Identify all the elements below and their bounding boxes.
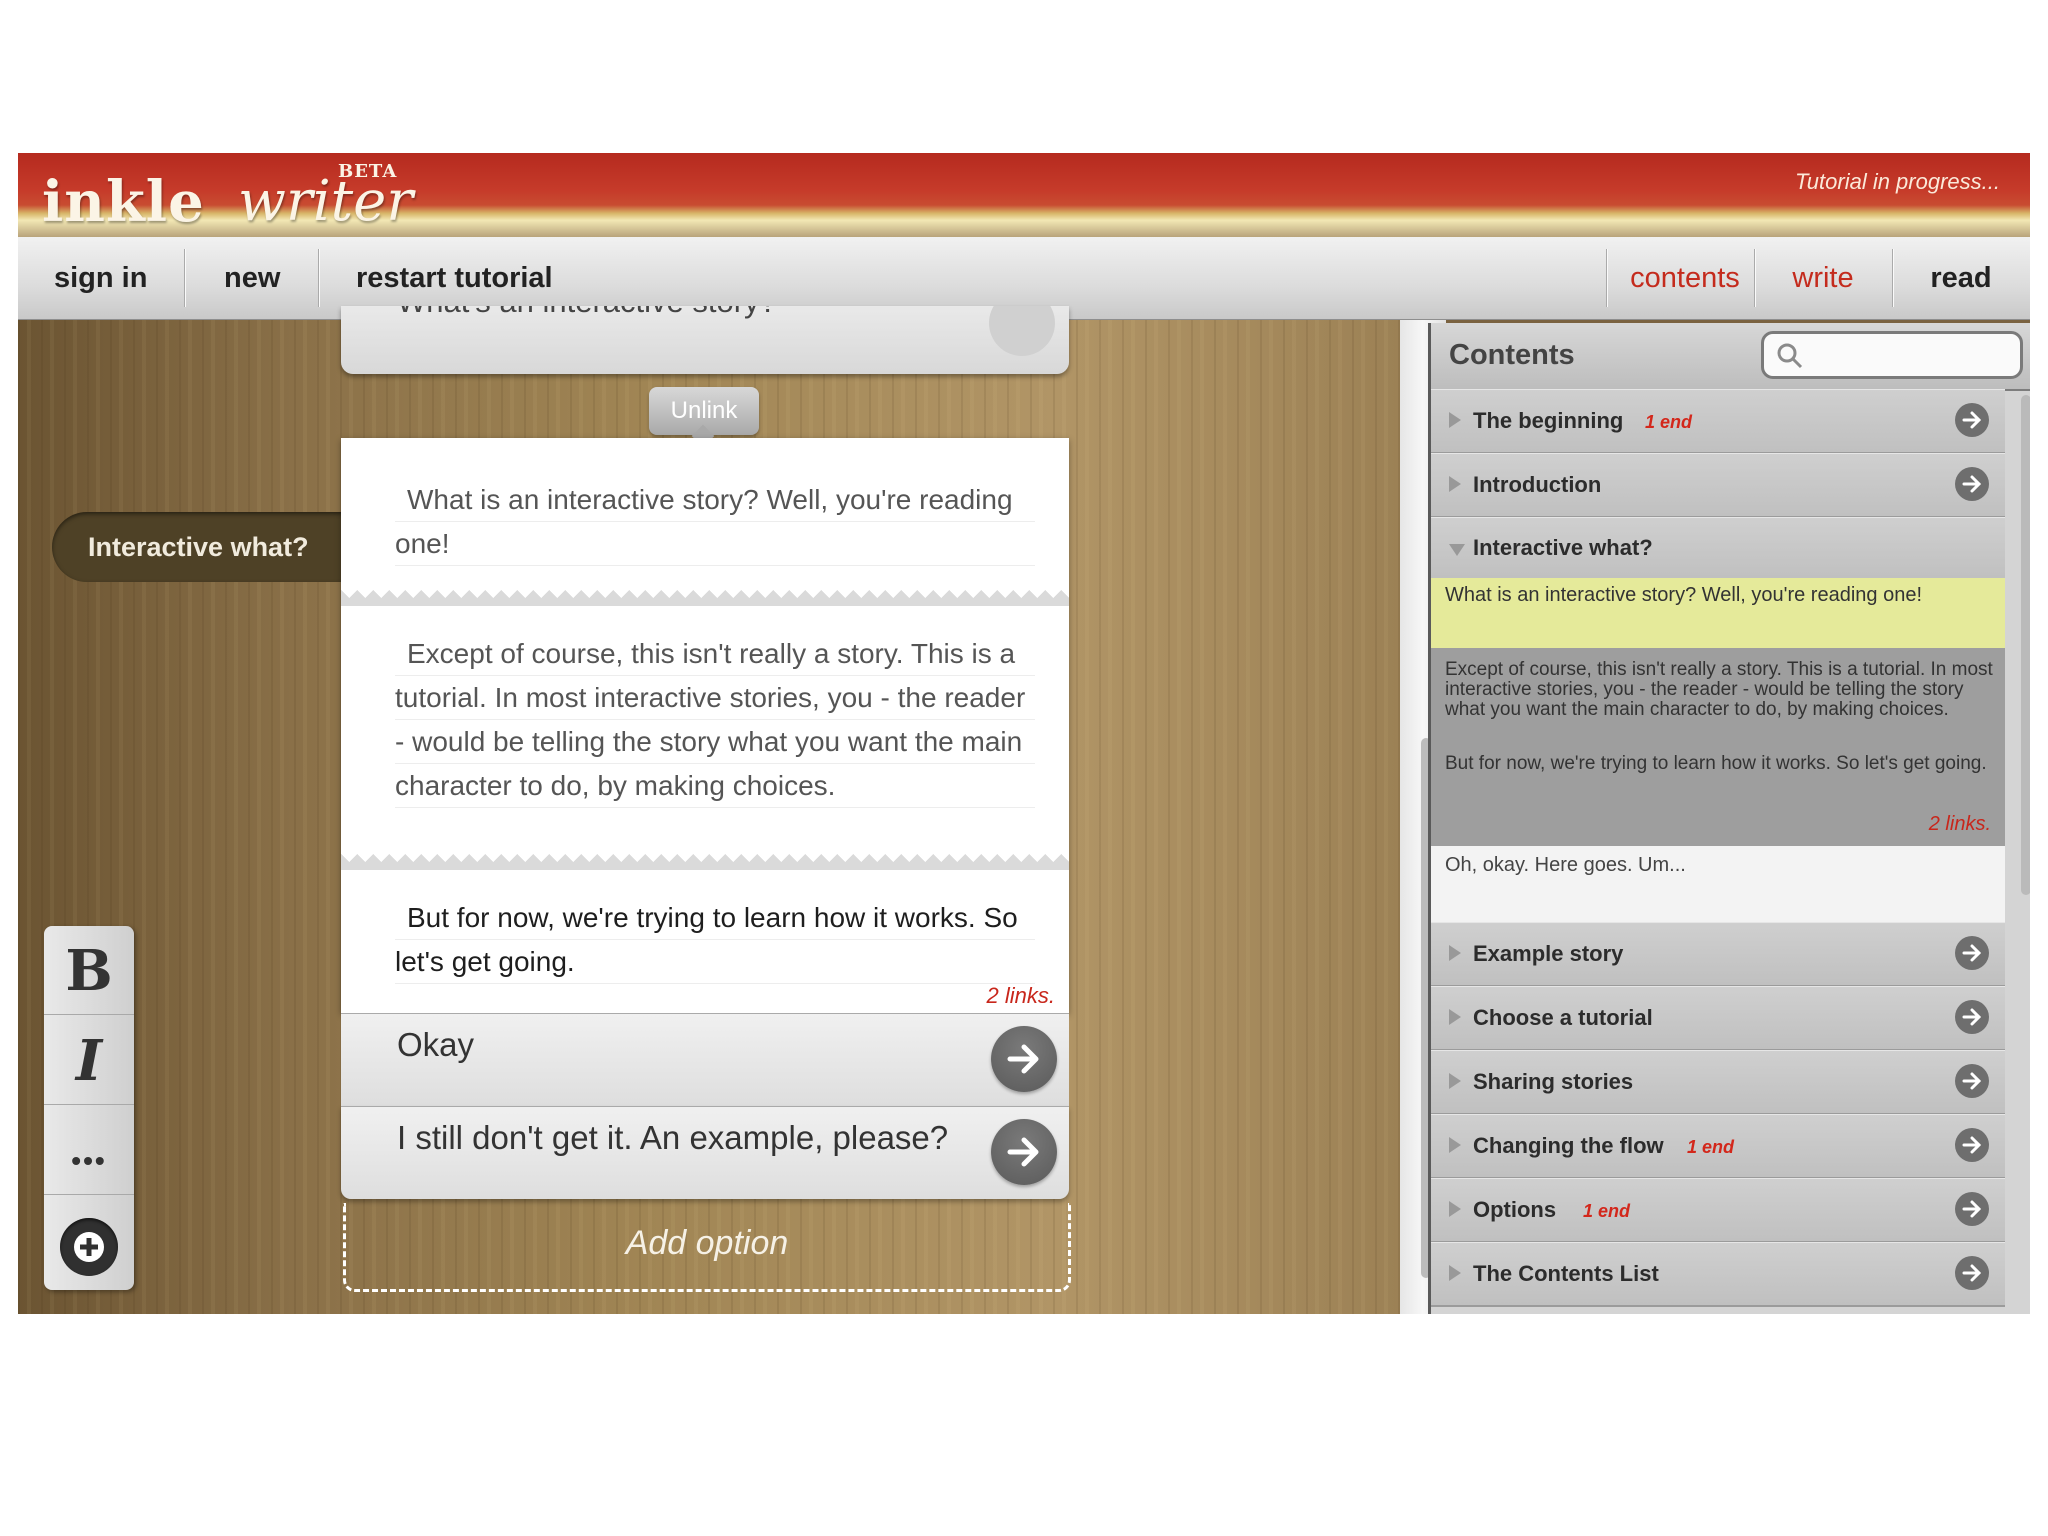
go-arrow-icon[interactable] [1955,403,1989,437]
go-arrow-icon[interactable] [1955,936,1989,970]
paragraph-separator [341,854,1069,870]
format-toolbar: B I ••• [44,926,134,1290]
toolbar-divider [184,249,185,307]
section-example-story[interactable]: Example story [1431,922,2005,987]
expand-triangle-icon[interactable] [1449,1137,1461,1153]
story-paragraph-1[interactable]: What is an interactive story? Well, you'… [395,478,1035,566]
add-option-button[interactable]: Add option [343,1203,1071,1292]
arrow-right-icon[interactable] [991,1026,1057,1092]
contents-search[interactable] [1761,331,2023,379]
end-count: 1 end [1687,1137,1735,1157]
next-paragraph-text: Oh, okay. Here goes. Um... [1445,854,1686,876]
toolbar-divider [318,249,319,307]
end-count: 1 end [1645,412,1693,432]
section-tag[interactable]: Interactive what? [52,512,354,582]
section-changing-the-flow[interactable]: Changing the flow 1 end [1431,1114,2005,1179]
section-name: The Contents List [1473,1261,1659,1286]
beta-badge: BETA [338,161,398,182]
section-name: Sharing stories [1473,1069,1634,1094]
sign-in-button[interactable]: sign in [54,237,147,319]
section-name: Example story [1473,941,1624,966]
go-arrow-icon[interactable] [1955,1192,1989,1226]
section-name: The beginning [1473,408,1624,433]
highlighted-text: What is an interactive story? Well, you'… [1445,584,1923,606]
paragraph-separator [341,590,1069,606]
search-input[interactable] [1810,338,2014,372]
option-okay[interactable]: Okay [341,1013,1069,1106]
previous-card-arrow-icon [989,306,1055,356]
go-arrow-icon[interactable] [1955,467,1989,501]
unlink-button[interactable]: Unlink [649,387,759,435]
option-text[interactable]: Okay [397,1026,474,1064]
expand-triangle-icon[interactable] [1449,1201,1461,1217]
search-icon [1777,343,1803,369]
italic-button[interactable]: I [44,1016,134,1105]
read-tab[interactable]: read [1892,237,2030,319]
section-name: Interactive what? [1473,535,1653,560]
section-name: Options [1473,1197,1557,1222]
logo-inkle: inkle [42,169,205,235]
collapsed-paragraphs[interactable]: Except of course, this isn't really a st… [1431,648,2005,846]
section-the-contents-list[interactable]: The Contents List [1431,1242,2005,1307]
option-text[interactable]: I still don't get it. An example, please… [397,1119,948,1157]
bold-button[interactable]: B [44,926,134,1015]
contents-header: Contents [1431,323,2030,391]
section-name: Changing the flow [1473,1133,1664,1158]
preview-paragraph-1: Except of course, this isn't really a st… [1445,659,1993,720]
expand-triangle-icon[interactable] [1449,1073,1461,1089]
collapse-triangle-icon[interactable] [1449,544,1465,556]
status-text: Tutorial in progress... [1794,169,2000,194]
story-paragraph-2[interactable]: Except of course, this isn't really a st… [395,632,1035,808]
header-bar: inkle writer BETA Tutorial in progress..… [18,153,2030,237]
section-options[interactable]: Options 1 end [1431,1178,2005,1243]
expand-triangle-icon[interactable] [1449,1009,1461,1025]
write-tab[interactable]: write [1754,237,1892,319]
section-choose-a-tutorial[interactable]: Choose a tutorial [1431,986,2005,1051]
next-paragraph[interactable]: Oh, okay. Here goes. Um... [1431,846,2005,922]
expand-triangle-icon[interactable] [1449,1265,1461,1281]
end-count: 1 end [1583,1201,1631,1221]
go-arrow-icon[interactable] [1955,1256,1989,1290]
links-count: 2 links. [986,983,1055,1008]
expand-triangle-icon[interactable] [1449,476,1461,492]
contents-panel: Contents The beginning 1 end Introductio… [1428,323,2030,1314]
section-introduction[interactable]: Introduction [1431,453,2005,518]
links-count: 2 links. [1928,813,1991,835]
contents-tab[interactable]: contents [1606,237,1764,319]
previous-card-text: What's an interactive story? [397,306,777,320]
inklewriter-app: inkle writer BETA Tutorial in progress..… [18,153,2030,1314]
story-card[interactable]: What is an interactive story? Well, you'… [341,438,1069,1013]
go-arrow-icon[interactable] [1955,1064,1989,1098]
section-sharing-stories[interactable]: Sharing stories [1431,1050,2005,1115]
preview-paragraph-2: But for now, we're trying to learn how i… [1445,753,1987,774]
expand-triangle-icon[interactable] [1449,945,1461,961]
section-name: Choose a tutorial [1473,1005,1653,1030]
contents-scrollbar[interactable] [2021,395,2030,895]
section-interactive-what[interactable]: Interactive what? [1431,517,2005,580]
option-example[interactable]: I still don't get it. An example, please… [341,1106,1069,1199]
new-button[interactable]: new [224,237,280,319]
more-button[interactable]: ••• [44,1106,134,1195]
arrow-right-icon[interactable] [991,1119,1057,1185]
previous-card[interactable]: What's an interactive story? [341,306,1069,374]
go-arrow-icon[interactable] [1955,1128,1989,1162]
section-name: Introduction [1473,472,1602,497]
contents-title: Contents [1449,339,1575,371]
story-paragraph-3[interactable]: But for now, we're trying to learn how i… [395,896,1035,984]
expand-triangle-icon[interactable] [1449,412,1461,428]
add-icon[interactable] [60,1218,118,1276]
go-arrow-icon[interactable] [1955,1000,1989,1034]
highlighted-paragraph[interactable]: What is an interactive story? Well, you'… [1431,578,2005,648]
section-the-beginning[interactable]: The beginning 1 end [1431,389,2005,454]
